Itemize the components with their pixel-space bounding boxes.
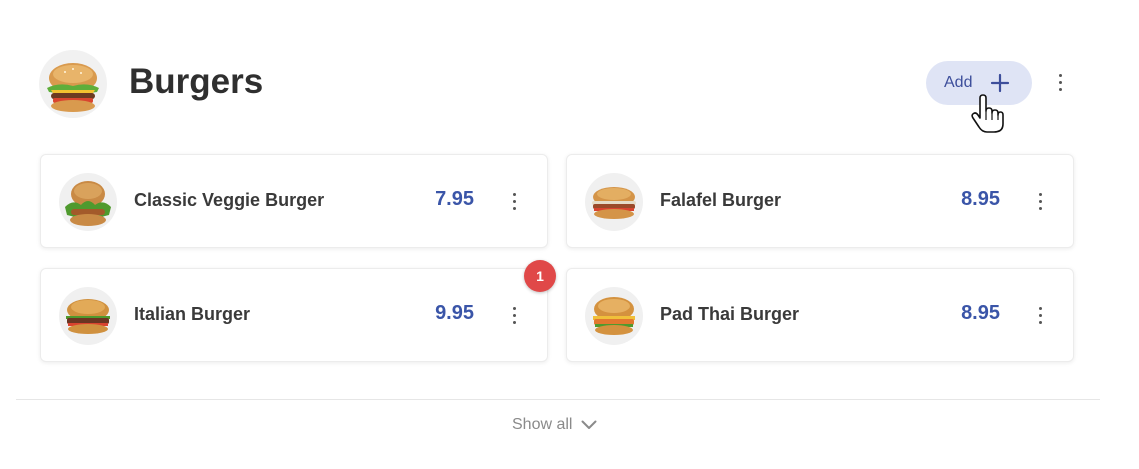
plus-icon	[990, 73, 1010, 93]
show-all-button[interactable]: Show all	[512, 416, 597, 434]
burger-icon	[47, 63, 99, 112]
item-image	[585, 173, 643, 231]
item-name: Italian Burger	[134, 304, 251, 324]
menu-item-card[interactable]: Falafel Burger 8.95	[566, 154, 1074, 248]
item-menu-icon[interactable]	[1036, 192, 1046, 212]
menu-item-card[interactable]: Pad Thai Burger 8.95	[566, 268, 1074, 362]
item-price: 8.95	[961, 188, 1000, 210]
chevron-down-icon	[581, 420, 597, 429]
divider	[16, 399, 1100, 400]
item-name: Classic Veggie Burger	[134, 190, 325, 210]
item-menu-icon[interactable]	[510, 306, 520, 326]
item-image	[585, 287, 643, 345]
category-image	[39, 50, 107, 118]
item-price: 8.95	[961, 302, 1000, 324]
item-price: 7.95	[435, 188, 474, 210]
category-section: Burgers Add Classic Veggie Burger 7.95 F…	[0, 0, 1139, 469]
category-title: Burgers	[129, 62, 264, 101]
burger-icon	[66, 299, 110, 334]
show-all-label: Show all	[512, 416, 573, 433]
menu-item-card[interactable]: Italian Burger 9.95	[40, 268, 548, 362]
burger-icon	[592, 187, 636, 219]
item-price: 9.95	[435, 302, 474, 324]
burger-icon	[593, 297, 635, 335]
notification-badge: 1	[524, 260, 556, 292]
burger-icon	[65, 181, 111, 226]
item-name: Falafel Burger	[660, 190, 782, 210]
item-menu-icon[interactable]	[1036, 306, 1046, 326]
item-image	[59, 287, 117, 345]
item-image	[59, 173, 117, 231]
menu-item-card[interactable]: Classic Veggie Burger 7.95	[40, 154, 548, 248]
add-button-label: Add	[944, 74, 973, 91]
item-menu-icon[interactable]	[510, 192, 520, 212]
category-menu-icon[interactable]	[1056, 73, 1066, 93]
item-name: Pad Thai Burger	[660, 304, 800, 324]
hand-pointer-icon	[971, 94, 1004, 133]
